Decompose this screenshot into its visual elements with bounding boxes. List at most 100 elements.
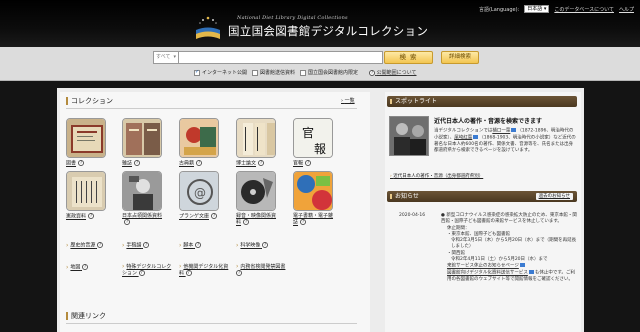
help-icon[interactable]: ? <box>196 160 203 166</box>
collection-heading: コレクション <box>66 96 113 106</box>
public-scope-link[interactable]: ? 公開範囲について <box>369 69 417 76</box>
help-icon[interactable]: ? <box>211 213 218 219</box>
official-gazette-thumbnail[interactable]: 官報 <box>293 118 333 158</box>
audio-visual-thumbnail[interactable] <box>236 171 276 211</box>
tile-occupation[interactable]: 日本占領関係資料? <box>122 171 164 226</box>
checkbox-icon[interactable] <box>300 69 307 76</box>
site-logo[interactable]: National Diet Library Digital Collection… <box>193 12 453 44</box>
magazines-thumbnail[interactable] <box>122 118 162 158</box>
tile-label: 電子書籍・電子雑誌 <box>293 213 334 226</box>
collection-title: コレクション <box>71 97 113 105</box>
filter-label: 国立国会図書館内限定 <box>308 70 359 76</box>
past-notices-link[interactable]: 過去のお知らせ <box>535 193 573 200</box>
link-label: 地図 <box>70 264 81 271</box>
help-icon[interactable]: ? <box>236 270 242 276</box>
checkbox-icon[interactable] <box>252 69 259 76</box>
help-icon[interactable]: ? <box>195 242 202 248</box>
checkbox-icon[interactable] <box>194 69 200 76</box>
collection-list-link[interactable]: › 一覧 <box>341 97 355 104</box>
link-other-institutions[interactable]: 他機関デジタル化資料 ? <box>179 264 233 277</box>
help-icon[interactable]: ? <box>88 213 95 219</box>
help-icon[interactable]: ? <box>258 160 265 166</box>
tile-official-gazette[interactable]: 官報 官報? <box>293 118 335 167</box>
notice-line: 令和2年3月5日（木）から5月20日（水）まで（期間を再延長しました） <box>451 238 577 250</box>
logo-japanese: 国立国会図書館デジタルコレクション <box>228 24 429 38</box>
transmission-service-link[interactable]: 図書館向けデジタル化資料送信サービス <box>447 271 528 276</box>
filter-library-transmission[interactable]: 図書館送信資料 <box>252 69 295 76</box>
help-icon[interactable]: ? <box>243 219 250 225</box>
tile-constitutional-docs[interactable]: 憲政資料? <box>66 171 108 220</box>
tile-magazines[interactable]: 雑誌? <box>122 118 164 167</box>
filter-label: インターネット公開 <box>202 70 248 76</box>
search-input[interactable] <box>179 51 383 64</box>
tile-prange[interactable]: @ プランゲ文庫? <box>179 171 221 220</box>
link-historical-audio[interactable]: 歴史的音源 ? <box>66 242 104 249</box>
tile-label: 博士論文 <box>236 160 257 167</box>
spotlight-headline: 近代日本人の著作・音源を検索できます <box>434 118 543 125</box>
link-manuscript-scores[interactable]: 手稿譜 ? <box>122 242 150 249</box>
external-link-icon <box>473 134 479 139</box>
advanced-search-button[interactable]: 詳細検索 <box>441 51 479 64</box>
filter-internet[interactable]: インターネット公開 <box>194 69 247 76</box>
link-scripts[interactable]: 脚本 ? <box>179 242 202 249</box>
filter-ndl-only[interactable]: 国立国会図書館内限定 <box>300 69 358 76</box>
collection-list-label: 一覧 <box>344 98 355 104</box>
spotlight-person-link[interactable]: 尾崎紅葉 <box>454 135 472 140</box>
external-link-icon <box>511 128 517 132</box>
site-header: 言語(Language): 日本語 ▾ このデータベースについて ヘルプ Nat… <box>0 0 640 47</box>
dissertations-thumbnail[interactable] <box>236 118 276 158</box>
language-select[interactable]: 日本語 ▾ <box>524 5 550 13</box>
ebooks-thumbnail[interactable] <box>293 171 333 211</box>
external-link-icon <box>519 263 525 268</box>
search-scope-select[interactable]: すべて ▾ <box>153 51 179 64</box>
books-logo-icon <box>196 16 220 39</box>
link-censored-books[interactable]: 内務省検閲発禁図書 ? <box>236 264 292 277</box>
tile-audio-visual[interactable]: 録音・映像関係資料? <box>236 171 278 226</box>
heading-marker <box>66 97 68 105</box>
classics-thumbnail[interactable] <box>179 118 219 158</box>
tile-ebooks[interactable]: 電子書籍・電子雑誌? <box>293 171 335 226</box>
link-special-collections[interactable]: 特殊デジタルコレクション ? <box>122 264 176 277</box>
tile-dissertations[interactable]: 博士論文? <box>236 118 278 167</box>
logo-english: National Diet Library Digital Collection… <box>237 15 348 21</box>
chevron-down-icon: ▾ <box>173 54 176 60</box>
help-icon[interactable]: ? <box>185 270 192 276</box>
spotlight-photo[interactable] <box>389 116 429 156</box>
help-icon[interactable]: ? <box>262 242 269 248</box>
help-icon[interactable]: ? <box>134 160 141 166</box>
help-icon[interactable]: ? <box>82 264 89 270</box>
spotlight-more-link[interactable]: 近代日本人の著作・音源（出身都道府県別） <box>390 173 483 179</box>
tile-classics[interactable]: 古典籍? <box>179 118 221 167</box>
occupation-thumbnail[interactable] <box>122 171 162 211</box>
divider <box>66 323 357 324</box>
prange-thumbnail[interactable]: @ <box>179 171 219 211</box>
spotlight-person-link[interactable]: 樋口一葉 <box>492 129 510 134</box>
help-icon[interactable]: ? <box>138 270 145 276</box>
link-science-films[interactable]: 科学映像 ? <box>236 242 269 249</box>
spotlight-body: 当デジタルコレクションでは樋口一葉 （1872-1896、明治時代の小説家）、尾崎… <box>434 128 576 154</box>
help-link[interactable]: ヘルプ <box>619 6 634 13</box>
help-icon[interactable]: ? <box>124 219 130 225</box>
search-button[interactable]: 検 索 <box>384 51 433 64</box>
books-thumbnail[interactable] <box>66 118 106 158</box>
notices-title: お知らせ <box>395 193 419 200</box>
constitutional-docs-thumbnail[interactable] <box>66 171 106 211</box>
notice-link-line: 来館サービス休止のお知らせページ <box>441 263 579 270</box>
search-filters: インターネット公開 図書館送信資料 国立国会図書館内限定 ? 公開範囲について <box>194 69 417 76</box>
help-icon[interactable]: ? <box>305 160 312 166</box>
help-icon[interactable]: ? <box>97 242 104 248</box>
help-icon[interactable]: ? <box>143 242 150 248</box>
svg-text:官: 官 <box>302 125 314 140</box>
help-icon[interactable]: ? <box>78 160 85 166</box>
tile-books[interactable]: 図書? <box>66 118 108 167</box>
filter-label: 図書館送信資料 <box>260 70 296 76</box>
closure-notice-link[interactable]: 来館サービス休止のお知らせページ <box>447 264 519 269</box>
link-maps[interactable]: 地図 ? <box>66 264 89 271</box>
tile-label: 古典籍 <box>179 160 195 167</box>
link-label: 脚本 <box>183 242 194 249</box>
about-link[interactable]: このデータベースについて <box>554 6 614 13</box>
tile-label: 憲政資料 <box>66 213 87 220</box>
help-icon[interactable]: ? <box>300 219 307 225</box>
help-icon: ? <box>369 69 376 76</box>
related-heading: 関連リンク <box>66 311 106 321</box>
